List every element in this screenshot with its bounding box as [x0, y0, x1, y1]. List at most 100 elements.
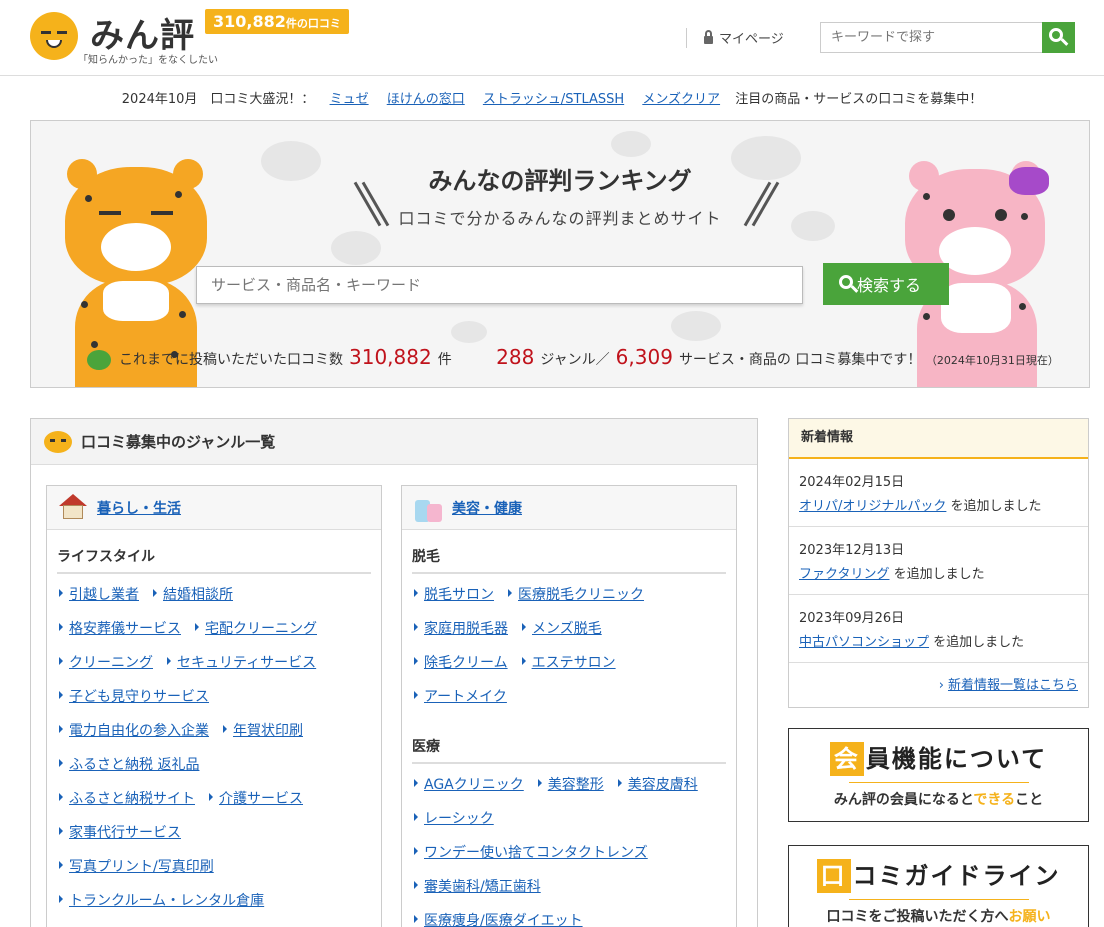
- stats-pre: これまでに投稿いただいた口コミ数: [119, 352, 343, 368]
- news-panel: 新着情報 2024年02月15日 オリパ/オリジナルパック を追加しました 20…: [788, 418, 1089, 708]
- genre-link[interactable]: 家事代行サービス: [59, 822, 181, 842]
- subheading-lifestyle: ライフスタイル: [57, 546, 371, 574]
- stats-service-label: サービス・商品の 口コミ募集中です！: [678, 352, 922, 368]
- genre-link[interactable]: 医療脱毛クリニック: [508, 584, 644, 604]
- news-link[interactable]: 中古パソコンショップ: [799, 635, 929, 650]
- genre-link-row: 格安葬儀サービス 宅配クリーニング: [59, 618, 331, 638]
- category-box-beauty: 美容・健康 脱毛 脱毛サロン 医療脱毛クリニック 家庭用脱毛器 メンズ脱毛 除毛クリーム…: [401, 485, 737, 927]
- genre-link[interactable]: 年賀状印刷: [223, 720, 303, 740]
- mypage-link[interactable]: マイページ: [704, 28, 784, 47]
- subheading-hair-removal: 脱毛: [412, 546, 726, 574]
- genre-link-row: トランクルーム・レンタル倉庫: [59, 890, 278, 910]
- campaign-link-4[interactable]: メンズクリア: [642, 92, 720, 107]
- mascot-mini-icon: [44, 431, 72, 453]
- header-search-button[interactable]: [1042, 22, 1075, 53]
- genre-link[interactable]: 介護サービス: [209, 788, 303, 808]
- genre-link-row: レーシック: [414, 808, 508, 828]
- chat-bubble-icon: [87, 350, 111, 370]
- genre-link[interactable]: 美容皮膚科: [617, 774, 698, 794]
- search-icon: [1049, 28, 1063, 42]
- genre-link[interactable]: 審美歯科/矯正歯科: [414, 876, 541, 896]
- genre-link-row: 家事代行サービス: [59, 822, 195, 842]
- member-features-banner[interactable]: 会員機能について みん評の会員になるとできること: [788, 728, 1089, 822]
- genre-link[interactable]: レーシック: [414, 808, 494, 828]
- news-date: 2024年02月15日: [799, 475, 905, 490]
- genre-link[interactable]: 写真プリント/写真印刷: [59, 856, 214, 876]
- genre-link[interactable]: 結婚相談所: [153, 584, 233, 604]
- genre-link[interactable]: エステサロン: [521, 652, 616, 672]
- hero-search-button-label: 検索する: [857, 276, 922, 295]
- promo-box-char: 会: [829, 742, 864, 776]
- logo-tagline: 「知らんかった」をなくしたい: [78, 55, 218, 66]
- genre-link[interactable]: 脱毛サロン: [414, 584, 494, 604]
- mypage-label: マイページ: [719, 32, 784, 47]
- genre-list-title: 口コミ募集中のジャンル一覧: [81, 433, 276, 451]
- genre-link[interactable]: 引越し業者: [59, 584, 139, 604]
- genre-link[interactable]: ふるさと納税サイト: [59, 788, 195, 808]
- genre-link[interactable]: 格安葬儀サービス: [59, 618, 181, 638]
- genre-link[interactable]: アートメイク: [414, 686, 507, 706]
- genre-link[interactable]: 除毛クリーム: [414, 652, 508, 672]
- news-link[interactable]: オリパ/オリジナルパック: [799, 499, 946, 514]
- campaign-link-3[interactable]: ストラッシュ/STLASSH: [483, 92, 624, 107]
- category-link-living[interactable]: 暮らし・生活: [97, 498, 181, 518]
- logo-text[interactable]: みん評: [90, 8, 195, 57]
- hero-search-input[interactable]: [196, 266, 803, 304]
- search-icon: [839, 275, 853, 289]
- genre-link[interactable]: セキュリティサービス: [167, 652, 316, 672]
- genre-link[interactable]: 子ども見守りサービス: [59, 686, 209, 706]
- genre-link-row: 審美歯科/矯正歯科: [414, 876, 555, 896]
- promo-sub-post: こと: [1015, 792, 1044, 808]
- promo-sub-pre: 口コミをご投稿いただく方へ: [826, 909, 1009, 925]
- cosmetics-bottle-icon: [412, 494, 444, 522]
- hero-search-button[interactable]: 検索する: [823, 263, 949, 305]
- campaign-link-1[interactable]: ミュゼ: [330, 92, 369, 107]
- promo-sub-highlight: できる: [973, 792, 1016, 808]
- genre-list-heading: 口コミ募集中のジャンル一覧: [31, 419, 757, 465]
- news-text: を追加しました: [893, 567, 985, 582]
- logo-mascot-icon[interactable]: [30, 12, 78, 60]
- news-heading: 新着情報: [789, 419, 1088, 459]
- promo-title: コミガイドライン: [852, 862, 1061, 890]
- news-date: 2023年09月26日: [799, 611, 905, 626]
- genre-link-row: AGAクリニック 美容整形 美容皮膚科: [414, 774, 712, 794]
- header-search-input[interactable]: [820, 22, 1042, 53]
- genre-link[interactable]: 家庭用脱毛器: [414, 618, 508, 638]
- genre-link[interactable]: クリーニング: [59, 652, 153, 672]
- category-link-beauty[interactable]: 美容・健康: [452, 498, 522, 518]
- review-count-badge: 310,882件の口コミ: [205, 9, 349, 34]
- genre-link[interactable]: 電力自由化の参入企業: [59, 720, 209, 740]
- genre-link-row: 引越し業者 結婚相談所: [59, 584, 247, 604]
- news-link[interactable]: ファクタリング: [799, 567, 889, 582]
- campaign-suffix: 注目の商品・サービスの口コミを募集中！: [735, 92, 983, 107]
- genre-link[interactable]: 美容整形: [537, 774, 604, 794]
- review-count-suffix: 件の口コミ: [285, 17, 341, 30]
- genre-link-row: 除毛クリーム エステサロン: [414, 652, 630, 672]
- genre-link[interactable]: 医療痩身/医療ダイエット: [414, 910, 583, 927]
- promo-box-char: 口: [816, 859, 851, 893]
- genre-link[interactable]: AGAクリニック: [414, 774, 524, 794]
- genre-link-row: クリーニング セキュリティサービス: [59, 652, 330, 672]
- hero-banner: みんなの評判ランキング 口コミで分かるみんなの評判まとめサイト 検索する これま…: [30, 120, 1090, 388]
- lock-icon: [704, 30, 713, 44]
- genre-link[interactable]: ワンデー使い捨てコンタクトレンズ: [414, 842, 648, 862]
- genre-link-row: 子ども見守りサービス: [59, 686, 223, 706]
- category-header-beauty: 美容・健康: [402, 486, 736, 530]
- genre-link-row: ふるさと納税サイト 介護サービス: [59, 788, 317, 808]
- stats-genre-label: ジャンル／: [540, 352, 610, 368]
- review-guideline-banner[interactable]: 口コミガイドライン 口コミをご投稿いただく方へお願い: [788, 845, 1089, 927]
- genre-link-row: 家庭用脱毛器 メンズ脱毛: [414, 618, 616, 638]
- news-text: を追加しました: [933, 635, 1025, 650]
- genre-link[interactable]: トランクルーム・レンタル倉庫: [59, 890, 264, 910]
- review-stats: これまでに投稿いただいた口コミ数 310,882 件 288 ジャンル／ 6,309 サー…: [87, 345, 1059, 370]
- genre-link[interactable]: メンズ脱毛: [522, 618, 602, 638]
- genre-link[interactable]: 宅配クリーニング: [195, 618, 317, 638]
- site-header: みん評 「知らんかった」をなくしたい 310,882件の口コミ マイページ: [0, 0, 1104, 76]
- genre-link-row: ふるさと納税 返礼品: [59, 754, 213, 774]
- genre-link[interactable]: ふるさと納税 返礼品: [59, 754, 199, 774]
- campaign-link-2[interactable]: ほけんの窓口: [387, 92, 465, 107]
- stats-review-count: 310,882: [349, 345, 432, 369]
- house-icon: [57, 494, 89, 522]
- genre-link-row: 脱毛サロン 医療脱毛クリニック: [414, 584, 658, 604]
- news-more-link[interactable]: 新着情報一覧はこちら: [939, 674, 1078, 693]
